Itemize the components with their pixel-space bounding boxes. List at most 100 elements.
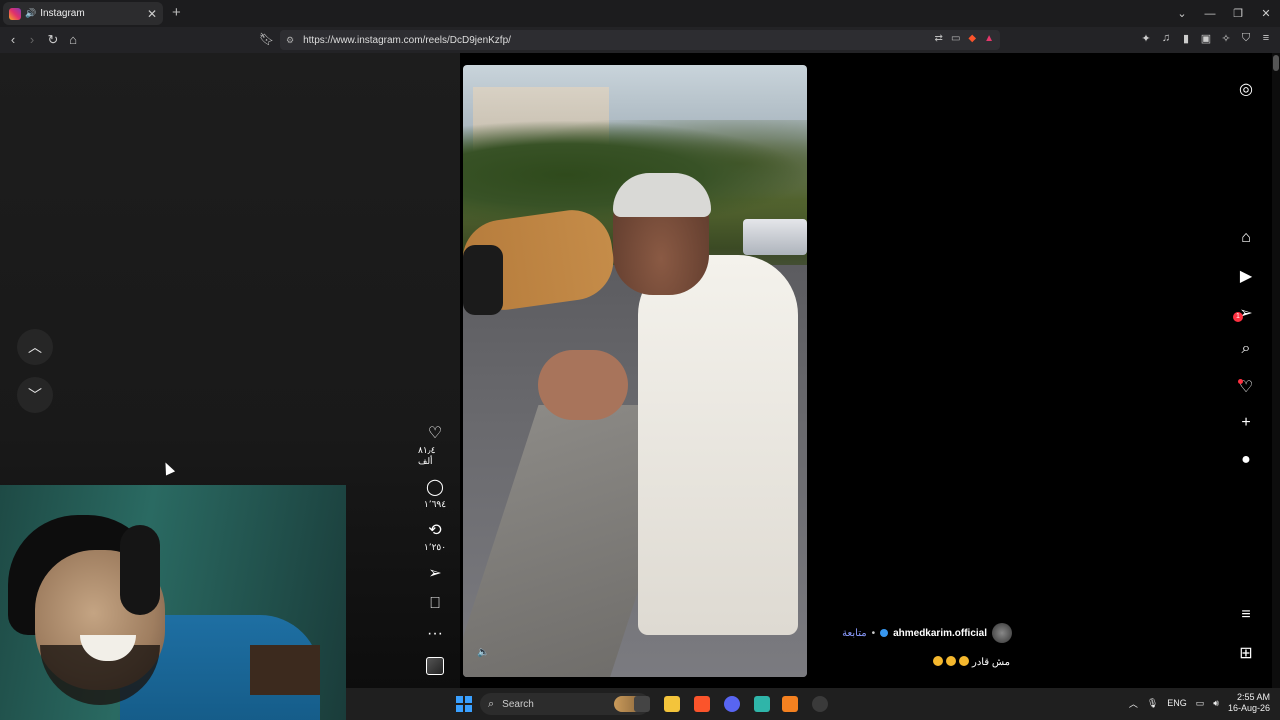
original-audio-thumbnail[interactable] [426,657,444,675]
brave-rewards-icon[interactable]: ▲ [984,33,994,44]
instagram-logo-icon[interactable]: ◎ [1234,79,1258,99]
show-hidden-icons-icon[interactable]: ︿ [1129,697,1138,710]
reel-video[interactable]: 🔈 [463,65,807,677]
mute-toggle-icon[interactable]: 🔈 [477,647,489,658]
language-indicator[interactable]: ENG [1167,698,1187,708]
laughing-emoji-icon [959,656,970,666]
comment-count: ١٬٦٩٤ [423,499,447,509]
leo-ai-icon[interactable]: ✧ [1220,32,1232,45]
verified-badge-icon [880,629,889,637]
sidebar-toggle-icon[interactable]: ▮ [1180,32,1192,45]
messages-badge: 1 [1233,312,1243,322]
more-options-button[interactable]: ··· [418,625,452,643]
translate-icon[interactable]: ⇄ [935,33,943,44]
also-from-meta-icon[interactable]: ⊞ [1234,643,1258,663]
vpn-icon[interactable]: ⛉ [1240,32,1252,45]
owner-username[interactable]: ahmedkarim.official [893,628,987,639]
page-scrollbar[interactable] [1272,53,1280,688]
search-placeholder: Search [502,698,534,710]
reels-nav-icon[interactable]: ▶ [1234,266,1258,286]
webcam-overlay [0,485,346,720]
owner-avatar[interactable] [992,623,1012,643]
reel-owner: متابعة • ahmedkarim.official [842,623,1012,643]
restore-icon[interactable]: ❐ [1224,7,1252,20]
comment-button[interactable]: ◯ ١٬٦٩٤ [418,479,452,510]
minimize-icon[interactable]: — [1196,8,1224,20]
tab-title: Instagram [40,8,85,19]
chevron-down-icon: ﹀ [28,387,42,403]
home-nav-icon[interactable]: ⌂ [1234,229,1258,247]
cloudflare-icon[interactable] [782,696,798,712]
obs-studio-icon[interactable] [812,696,828,712]
extensions-icon[interactable]: ✦ [1140,32,1152,45]
home-icon[interactable]: ⌂ [65,32,81,47]
save-button[interactable]: ⎕ [418,595,452,613]
tab-instagram[interactable]: 🔊 Instagram ✕ [3,2,163,25]
scrollbar-thumb[interactable] [1273,55,1279,71]
site-info-icon[interactable]: ⚙ [286,35,294,46]
repost-button[interactable]: ⟲ ١٬٢٥٠ [418,522,452,553]
close-tab-icon[interactable]: ✕ [147,7,157,21]
caption-text: مش قادر [972,657,1010,668]
clock-date: 16-Aug-26 [1227,703,1270,713]
webcam-headset [120,525,160,615]
network-icon[interactable]: ▭ [1196,698,1205,709]
reel-caption[interactable]: مش قادر [930,656,1010,668]
like-button[interactable]: ♡ ٨١٫٤ ألف [418,425,452,467]
separator-dot: • [871,627,876,639]
system-tray: ︿ 🎙︎ ENG ▭ 🔊︎ 2:55 AM 16-Aug-26 [1129,692,1270,714]
previous-reel-button[interactable]: ︿ [17,329,53,365]
laughing-emoji-icon [946,656,957,666]
search-icon: ⌕ [488,697,495,710]
brave-browser-icon[interactable] [694,696,710,712]
video-watch [463,245,503,315]
file-explorer-icon[interactable] [664,696,680,712]
video-person-hair [613,173,711,217]
more-menu-icon[interactable]: ≡ [1234,606,1258,624]
discord-icon[interactable] [724,696,740,712]
share-button[interactable]: ➢ [418,565,452,583]
send-icon: ➢ [428,565,442,582]
microphone-icon[interactable]: 🎙︎ [1147,698,1158,709]
chevron-up-icon: ︿ [28,339,42,355]
audio-playing-icon[interactable]: 🔊 [25,8,36,19]
media-icon[interactable]: ♫ [1160,32,1172,45]
volume-icon[interactable]: 🔊︎ [1213,698,1219,709]
back-icon[interactable]: ‹ [5,32,21,47]
tab-strip: 🔊 Instagram ✕ + ⌄ — ❐ ✕ [0,0,1280,27]
task-view-icon[interactable] [634,696,650,712]
create-nav-icon[interactable]: + [1234,414,1258,432]
close-window-icon[interactable]: ✕ [1252,7,1280,20]
brave-shields-icon[interactable]: ◆ [968,33,976,44]
wallet-icon[interactable]: ▣ [1200,32,1212,45]
instagram-favicon-icon [9,7,21,20]
next-reel-button[interactable]: ﹀ [17,377,53,413]
laughing-emoji-icon [933,656,944,666]
more-icon: ··· [427,625,443,642]
new-tab-button[interactable]: + [172,4,181,21]
tab-search-icon[interactable]: ⌄ [1168,7,1196,20]
heart-icon: ♡ [427,425,443,442]
clock-time: 2:55 AM [1236,692,1270,702]
webcam-furniture [250,645,320,695]
profile-nav-icon[interactable]: ● [1234,451,1258,469]
follow-button[interactable]: متابعة [842,628,866,639]
reload-icon[interactable]: ↻ [45,32,61,48]
repost-icon: ⟲ [428,522,442,539]
bookmark-icon[interactable]: 🔖︎ [259,32,274,46]
repost-count: ١٬٢٥٠ [423,542,447,552]
address-bar[interactable]: ⚙ https://www.instagram.com/reels/DcD9je… [280,30,1000,50]
start-windows-icon[interactable] [456,696,472,712]
taskbar-clock[interactable]: 2:55 AM 16-Aug-26 [1228,692,1270,714]
cast-icon[interactable]: ▭ [951,33,960,44]
notification-dot [1238,379,1243,384]
notepad-icon[interactable] [754,696,770,712]
search-nav-icon[interactable]: ⌕ [1234,340,1258,358]
forward-icon[interactable]: › [24,32,40,47]
video-person-shirt [638,255,798,635]
bookmark-save-icon: ⎕ [430,595,440,612]
menu-icon[interactable]: ≡ [1260,32,1272,45]
video-hand [538,350,628,420]
browser-toolbar: ‹ › ↻ ⌂ 🔖︎ ⚙ https://www.instagram.com/r… [0,27,1280,53]
taskbar-search[interactable]: ⌕ Search [480,693,650,715]
